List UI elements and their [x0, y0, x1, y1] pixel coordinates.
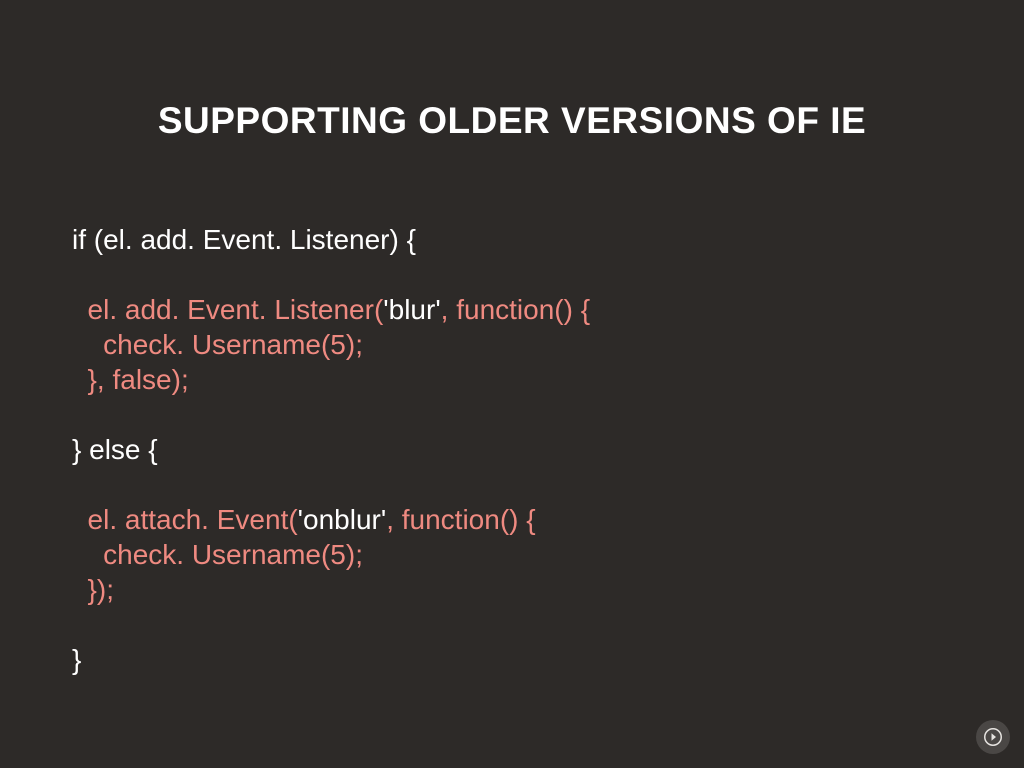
code-line: check. Username(5); [72, 539, 363, 570]
slide-title: SUPPORTING OLDER VERSIONS OF IE [0, 100, 1024, 142]
code-line: el. attach. Event( [72, 504, 298, 535]
code-line: 'onblur' [298, 504, 387, 535]
code-block: if (el. add. Event. Listener) { el. add.… [72, 222, 590, 677]
code-line: } else { [72, 434, 158, 465]
code-line: if (el. add. Event. Listener) { [72, 224, 416, 255]
slide: SUPPORTING OLDER VERSIONS OF IE if (el. … [0, 0, 1024, 768]
code-line: }, false); [72, 364, 189, 395]
code-line: } [72, 644, 81, 675]
next-button[interactable] [976, 720, 1010, 754]
code-line: , function() { [386, 504, 535, 535]
code-line: }); [72, 574, 114, 605]
code-line: 'blur' [383, 294, 440, 325]
code-line: check. Username(5); [72, 329, 363, 360]
arrow-right-icon [984, 728, 1002, 746]
code-line: el. add. Event. Listener( [72, 294, 383, 325]
code-line: , function() { [441, 294, 590, 325]
